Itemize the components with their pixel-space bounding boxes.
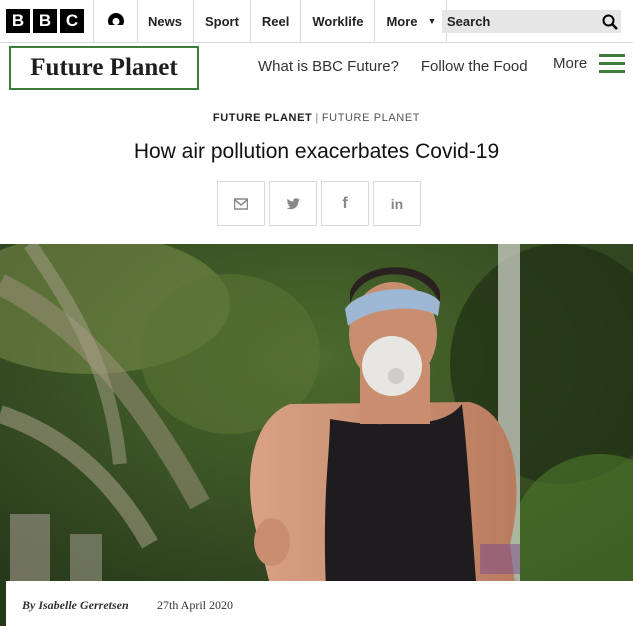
search-icon[interactable] [599,11,621,33]
twitter-icon [286,197,300,209]
section-more-button[interactable]: More [553,54,626,73]
kicker-separator: | [315,112,319,124]
facebook-icon: f [342,194,348,212]
linkedin-icon: in [390,195,404,212]
section-links: What is BBC Future? Follow the Food [258,58,528,75]
article-kicker: FUTURE PLANET | FUTURE PLANET [0,112,633,124]
section-more-label: More [553,55,588,72]
share-facebook-button[interactable]: f [321,181,369,226]
bbc-logo-letter: C [60,9,84,33]
link-follow-the-food[interactable]: Follow the Food [421,58,528,75]
byline-bar: By Isabelle Gerretsen 27th April 2020 [6,581,633,626]
future-planet-logo[interactable]: Future Planet [9,46,199,90]
bbc-logo[interactable]: B B C [6,9,84,33]
bbc-logo-letter: B [33,9,57,33]
hamburger-menu-icon [599,54,626,73]
article-headline: How air pollution exacerbates Covid-19 [133,140,500,163]
nav-label: News [148,13,182,29]
account-button[interactable] [93,0,138,42]
kicker-primary-link[interactable]: FUTURE PLANET [213,112,312,124]
caret-down-icon: ▼ [427,16,437,26]
link-what-is-bbc-future[interactable]: What is BBC Future? [258,58,399,75]
article-author[interactable]: By Isabelle Gerretsen [22,598,129,613]
hero-image [0,244,633,626]
nav-item-news[interactable]: News [137,0,194,42]
bbc-logo-letter: B [6,9,30,33]
nav-label: Reel [261,13,290,29]
section-header: Future Planet What is BBC Future? Follow… [0,42,633,92]
account-icon [107,13,124,31]
share-twitter-button[interactable] [269,181,317,226]
kicker-secondary-link[interactable]: FUTURE PLANET [322,112,420,124]
nav-item-worklife[interactable]: Worklife [301,0,376,42]
nav-item-more[interactable]: More ▼ [375,0,448,42]
nav-label: Worklife [312,13,364,29]
main-nav: News Sport Reel Worklife More ▼ [137,0,448,42]
email-icon [234,197,248,210]
nav-item-sport[interactable]: Sport [194,0,251,42]
top-navigation-bar: B B C News Sport Reel Worklife More ▼ Se… [0,0,633,43]
share-buttons: f in [217,181,421,226]
article-date: 27th April 2020 [157,598,234,612]
nav-label: More [386,13,418,29]
share-linkedin-button[interactable]: in [373,181,421,226]
nav-label: Sport [204,13,239,29]
nav-item-reel[interactable]: Reel [251,0,302,42]
search-label: Search [447,14,491,29]
runner-wearing-mask-photo [0,244,633,626]
search-box[interactable]: Search [442,10,621,33]
share-email-button[interactable] [217,181,265,226]
